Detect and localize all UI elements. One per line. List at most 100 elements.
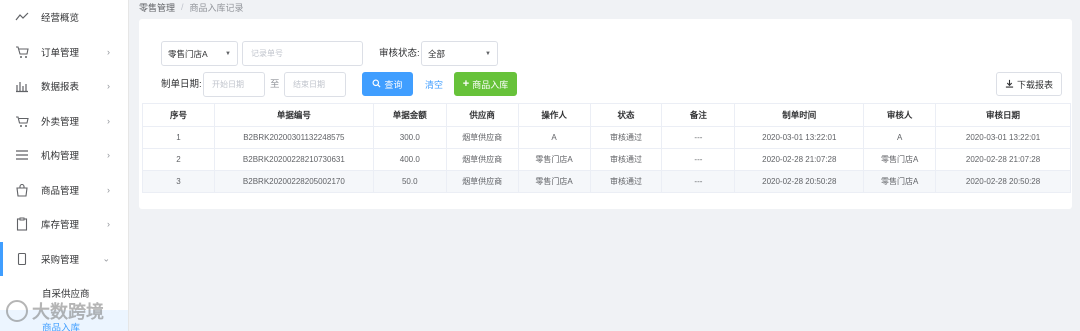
chevron-right-icon: › xyxy=(107,184,110,195)
column-header: 单据金额 xyxy=(372,103,447,127)
bag-icon xyxy=(15,183,29,197)
clipboard-icon xyxy=(15,217,29,231)
sidebar-item-organization[interactable]: 机构管理 › xyxy=(0,138,128,173)
table-cell: 烟草供应商 xyxy=(445,170,519,193)
watermark-logo-icon xyxy=(6,300,28,322)
column-header: 状态 xyxy=(589,103,663,127)
chevron-right-icon: › xyxy=(107,81,110,92)
table-cell: 零售门店A xyxy=(517,170,591,193)
chevron-down-icon: ⌄ xyxy=(102,253,110,264)
sidebar: 经营概览 订单管理 › 数据报表 › 外卖管理 › 机构管理 › 商品管理 › xyxy=(0,0,129,331)
clear-button[interactable]: 清空 xyxy=(420,72,448,96)
breadcrumb-separator: / xyxy=(181,2,184,12)
watermark-text: 大数跨境 xyxy=(32,302,104,322)
caret-down-icon: ▼ xyxy=(485,50,491,57)
table-cell: 审核通过 xyxy=(589,126,663,149)
sidebar-item-label: 采购管理 xyxy=(41,254,80,266)
table-row[interactable]: 3 B2BRK20200228205002170 50.0 烟草供应商 零售门店… xyxy=(142,170,1071,193)
column-header: 单据编号 xyxy=(213,103,374,127)
download-report-button[interactable]: 下载报表 xyxy=(996,72,1062,96)
sidebar-item-inventory[interactable]: 库存管理 › xyxy=(0,207,128,242)
column-header: 序号 xyxy=(142,103,215,127)
store-select[interactable]: 零售门店A ▼ xyxy=(161,41,238,66)
table-row[interactable]: 1 B2BRK20200301132248575 300.0 烟草供应商 A 审… xyxy=(142,126,1071,149)
table-cell: 零售门店A xyxy=(863,170,937,193)
table-cell: 审核通过 xyxy=(589,148,663,171)
download-icon xyxy=(1005,79,1014,90)
sidebar-item-label: 商品管理 xyxy=(41,185,80,197)
column-header: 审核人 xyxy=(863,103,937,127)
table-cell: 2020-02-28 21:07:28 xyxy=(734,148,865,171)
sidebar-item-reports[interactable]: 数据报表 › xyxy=(0,69,128,104)
plus-icon: + xyxy=(462,78,470,90)
table-cell: 烟草供应商 xyxy=(445,148,519,171)
record-no-input[interactable]: 记录单号 xyxy=(242,41,363,66)
table-cell: 2020-03-01 13:22:01 xyxy=(935,126,1071,149)
bar-chart-icon xyxy=(15,79,29,93)
table-cell: A xyxy=(863,126,937,149)
status-label: 审核状态: xyxy=(379,48,420,59)
sidebar-item-label: 经营概览 xyxy=(41,13,80,25)
main-card: 零售门店A ▼ 记录单号 审核状态: 全部 ▼ 制单日期: 开始日期 至 结束日… xyxy=(139,19,1072,209)
table-cell: B2BRK20200228205002170 xyxy=(213,170,374,193)
column-header: 审核日期 xyxy=(935,103,1071,127)
table-cell: 400.0 xyxy=(372,148,447,171)
table-header-row: 序号 单据编号 单据金额 供应商 操作人 状态 备注 制单时间 审核人 审核日期 xyxy=(142,103,1071,127)
sidebar-item-takeout[interactable]: 外卖管理 › xyxy=(0,104,128,139)
start-date-placeholder: 开始日期 xyxy=(212,80,244,89)
column-header: 备注 xyxy=(661,103,736,127)
table-cell: --- xyxy=(661,170,736,193)
sidebar-item-label: 库存管理 xyxy=(41,220,80,232)
sidebar-item-orders[interactable]: 订单管理 › xyxy=(0,35,128,70)
sidebar-item-label: 订单管理 xyxy=(41,47,80,59)
table-cell: 2 xyxy=(142,148,215,171)
table-cell: 3 xyxy=(142,170,215,193)
end-date-input[interactable]: 结束日期 xyxy=(284,72,346,97)
table-cell: --- xyxy=(661,126,736,149)
date-label: 制单日期: xyxy=(161,79,202,90)
table-row[interactable]: 2 B2BRK20200228210730631 400.0 烟草供应商 零售门… xyxy=(142,148,1071,171)
query-button[interactable]: 查询 xyxy=(362,72,413,96)
sidebar-item-overview[interactable]: 经营概览 xyxy=(0,0,128,35)
watermark: 大数跨境 xyxy=(6,298,104,324)
start-date-input[interactable]: 开始日期 xyxy=(203,72,265,97)
sidebar-item-label: 外卖管理 xyxy=(41,116,80,128)
stock-in-records-table: 序号 单据编号 单据金额 供应商 操作人 状态 备注 制单时间 审核人 审核日期… xyxy=(142,103,1071,193)
end-date-placeholder: 结束日期 xyxy=(293,80,325,89)
status-select[interactable]: 全部 ▼ xyxy=(421,41,498,66)
table-cell: 2020-02-28 20:50:28 xyxy=(734,170,865,193)
chevron-right-icon: › xyxy=(107,115,110,126)
phone-icon xyxy=(15,252,29,266)
table-cell: 50.0 xyxy=(372,170,447,193)
clear-button-label: 清空 xyxy=(424,79,443,90)
table-cell: 零售门店A xyxy=(863,148,937,171)
chevron-right-icon: › xyxy=(107,219,110,230)
table-cell: 1 xyxy=(142,126,215,149)
table-cell: B2BRK20200228210730631 xyxy=(213,148,374,171)
table-cell: A xyxy=(517,126,591,149)
column-header: 操作人 xyxy=(517,103,591,127)
search-icon xyxy=(372,78,381,90)
table-cell: B2BRK20200301132248575 xyxy=(213,126,374,149)
column-header: 供应商 xyxy=(445,103,519,127)
download-button-label: 下载报表 xyxy=(1016,79,1053,90)
column-header: 制单时间 xyxy=(734,103,865,127)
table-cell: 2020-02-28 21:07:28 xyxy=(935,148,1071,171)
sidebar-item-label: 机构管理 xyxy=(41,151,80,163)
breadcrumb: 零售管理 / 商品入库记录 xyxy=(139,0,244,14)
table-cell: 烟草供应商 xyxy=(445,126,519,149)
cart-icon xyxy=(15,45,29,59)
stock-in-button[interactable]: + 商品入库 xyxy=(454,72,517,96)
chevron-right-icon: › xyxy=(107,46,110,57)
trend-icon xyxy=(15,10,29,24)
takeout-cart-icon xyxy=(15,114,29,128)
breadcrumb-parent[interactable]: 零售管理 xyxy=(139,1,175,14)
status-select-value: 全部 xyxy=(428,48,446,59)
sidebar-item-products[interactable]: 商品管理 › xyxy=(0,173,128,208)
sidebar-item-purchasing[interactable]: 采购管理 ⌄ xyxy=(0,241,128,276)
list-icon xyxy=(15,148,29,162)
date-range-separator: 至 xyxy=(270,79,280,90)
table-cell: 2020-02-28 20:50:28 xyxy=(935,170,1071,193)
query-button-label: 查询 xyxy=(384,79,403,90)
table-cell: 300.0 xyxy=(372,126,447,149)
